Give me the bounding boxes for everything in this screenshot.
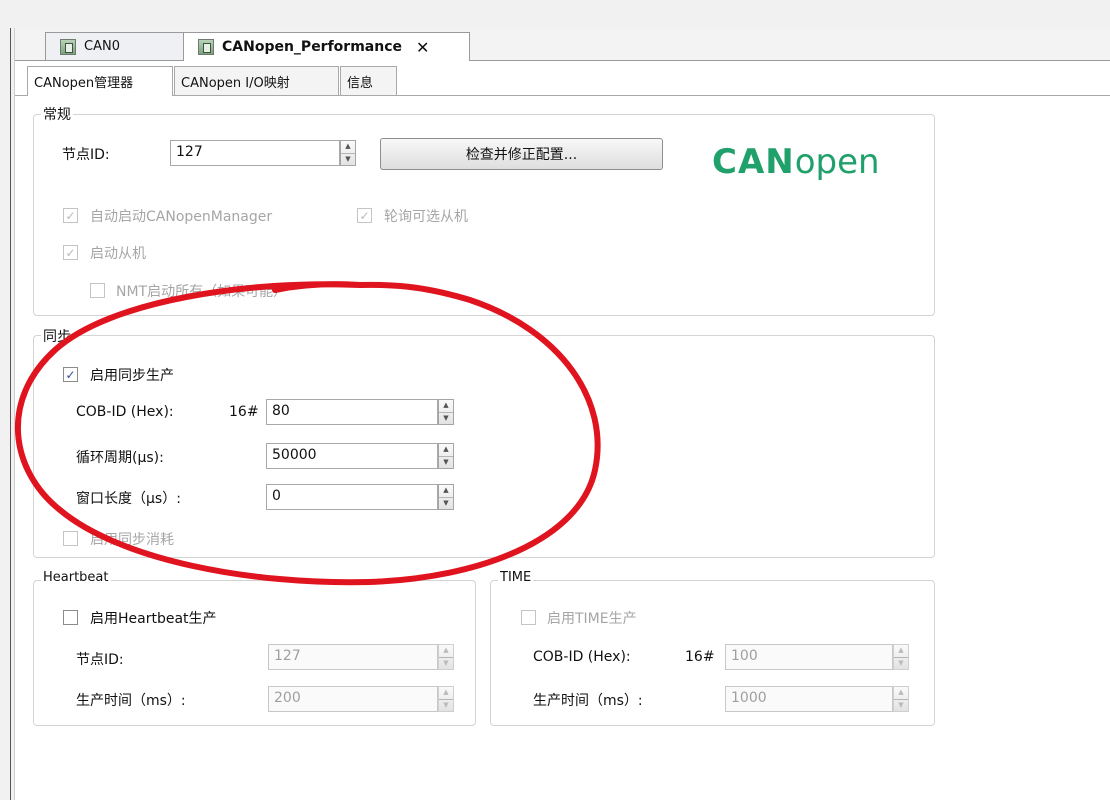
annotation-ellipse-overlay xyxy=(14,281,601,586)
red-annotation-ellipse xyxy=(14,281,601,586)
